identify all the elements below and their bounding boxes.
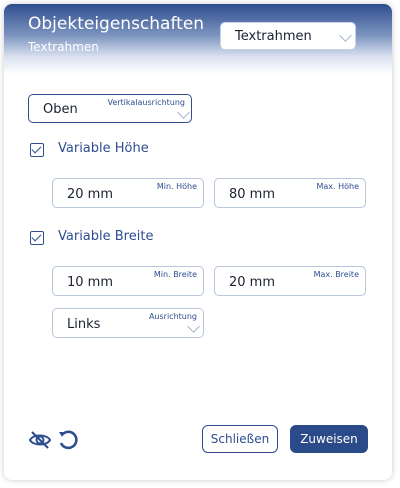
min-width-label: Min. Breite xyxy=(153,270,197,279)
min-width-value: 10 mm xyxy=(67,275,114,290)
variable-width-label: Variable Breite xyxy=(58,229,154,244)
vertical-alignment-select[interactable]: Oben Vertikalausrichtung xyxy=(28,94,192,123)
variable-height-label: Variable Höhe xyxy=(58,141,149,156)
min-height-label: Min. Höhe xyxy=(156,182,197,191)
vertical-alignment-value: Oben xyxy=(43,102,78,117)
min-height-value: 20 mm xyxy=(67,187,114,202)
chevron-down-icon xyxy=(177,106,190,119)
object-properties-dialog: Objekteigenschaften Textrahmen Textrahme… xyxy=(4,4,392,480)
min-width-field[interactable]: 10 mm Min. Breite xyxy=(52,266,204,296)
visibility-off-icon[interactable] xyxy=(28,428,52,452)
width-alignment-value: Links xyxy=(67,317,101,332)
check-icon xyxy=(31,143,42,154)
dialog-title: Objekteigenschaften xyxy=(28,14,205,34)
dialog-header: Objekteigenschaften Textrahmen Textrahme… xyxy=(4,4,392,74)
max-height-field[interactable]: 80 mm Max. Höhe xyxy=(214,178,366,208)
max-width-label: Max. Breite xyxy=(313,270,359,279)
max-width-field[interactable]: 20 mm Max. Breite xyxy=(214,266,366,296)
max-height-label: Max. Höhe xyxy=(316,182,359,191)
check-icon xyxy=(31,231,42,242)
variable-width-checkbox[interactable] xyxy=(30,231,44,245)
vertical-alignment-label: Vertikalausrichtung xyxy=(107,98,185,107)
width-alignment-label: Ausrichtung xyxy=(148,312,197,321)
chevron-down-icon xyxy=(339,29,352,42)
close-button[interactable]: Schließen xyxy=(202,425,278,453)
object-type-select[interactable]: Textrahmen xyxy=(220,22,356,50)
max-width-value: 20 mm xyxy=(229,275,276,290)
variable-height-checkbox[interactable] xyxy=(30,143,44,157)
reset-icon[interactable] xyxy=(56,428,80,452)
apply-button[interactable]: Zuweisen xyxy=(290,425,368,453)
dialog-subtitle: Textrahmen xyxy=(28,40,99,54)
min-height-field[interactable]: 20 mm Min. Höhe xyxy=(52,178,204,208)
object-type-value: Textrahmen xyxy=(235,29,312,44)
max-height-value: 80 mm xyxy=(229,187,276,202)
chevron-down-icon xyxy=(187,320,200,333)
width-alignment-select[interactable]: Links Ausrichtung xyxy=(52,308,204,338)
